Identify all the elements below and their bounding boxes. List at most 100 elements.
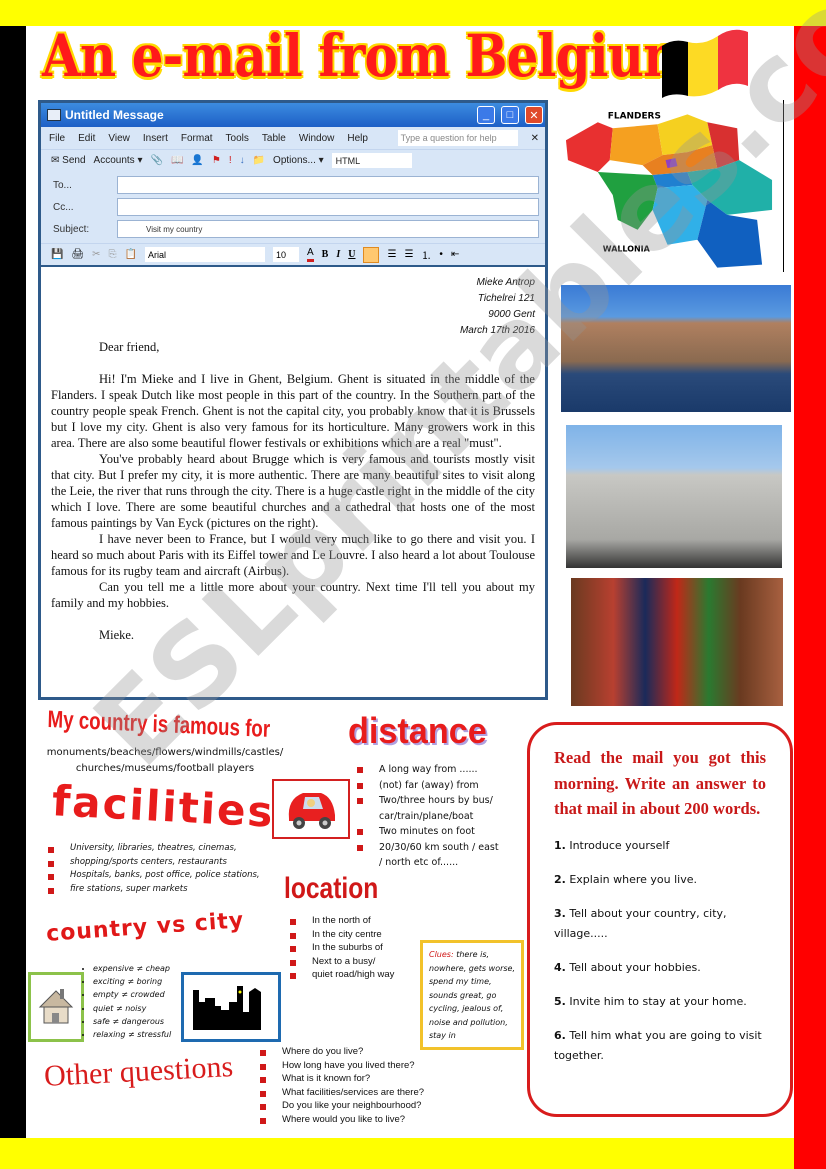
distance-item: Two/three hours by bus/ bbox=[357, 793, 499, 809]
sender-city: 9000 Gent bbox=[488, 309, 535, 320]
font-size-select[interactable]: 10 bbox=[273, 247, 299, 262]
close-button[interactable]: ✕ bbox=[525, 106, 543, 124]
font-select[interactable]: Arial bbox=[145, 247, 265, 262]
send-button[interactable]: ✉ Send bbox=[51, 155, 86, 166]
paragraph-3: I have never been to France, but I would… bbox=[51, 532, 535, 578]
map-label-wallonia: WALLONIA bbox=[603, 245, 651, 254]
check-names-icon[interactable]: 👤 bbox=[191, 155, 203, 166]
question-item: Do you like your neighbourhood? bbox=[260, 1099, 424, 1113]
message-format-select[interactable]: HTML bbox=[331, 153, 412, 168]
distance-item: Two minutes on foot bbox=[357, 824, 499, 840]
importance-low-icon[interactable]: ↓ bbox=[240, 155, 245, 166]
close-document-icon[interactable]: ✕ bbox=[531, 133, 539, 144]
menu-help[interactable]: Help bbox=[347, 133, 368, 144]
bold-button[interactable]: B bbox=[322, 249, 329, 260]
to-button[interactable]: To... bbox=[47, 180, 117, 191]
save-icon[interactable]: 💾 bbox=[51, 249, 63, 260]
task-text: Explain where you live. bbox=[569, 872, 697, 886]
bullet-list-icon[interactable]: • bbox=[439, 249, 443, 260]
to-field[interactable] bbox=[117, 176, 539, 194]
numbered-list-icon[interactable]: ⒈ bbox=[421, 247, 431, 262]
font-color-icon[interactable]: A bbox=[307, 247, 314, 262]
underline-button[interactable]: U bbox=[348, 249, 355, 260]
paragraph-4: Can you tell me a little more about your… bbox=[51, 580, 535, 610]
help-search-input[interactable]: Type a question for help bbox=[397, 130, 518, 146]
accounts-button[interactable]: Accounts ▾ bbox=[94, 155, 143, 166]
photo-ghent-quay bbox=[561, 285, 791, 412]
clues-label: Clues: bbox=[429, 950, 454, 959]
task-number: 4. bbox=[554, 960, 566, 974]
country-vs-city-heading: country vs city bbox=[45, 908, 246, 947]
align-left-icon[interactable] bbox=[363, 246, 380, 263]
location-item: In the suburbs of bbox=[290, 941, 394, 955]
menu-insert[interactable]: Insert bbox=[143, 133, 168, 144]
flag-icon[interactable]: ⚑ bbox=[212, 155, 221, 166]
distance-item: / north etc of...... bbox=[379, 857, 459, 868]
opposite-pair: expensive ≠ cheap bbox=[93, 962, 171, 975]
belgium-map: FLANDERS WALLONIA bbox=[565, 100, 784, 272]
task-text: Tell him what you are going to visit tog… bbox=[554, 1028, 762, 1062]
opposite-pair: exciting ≠ boring bbox=[93, 975, 171, 988]
menu-table[interactable]: Table bbox=[262, 133, 286, 144]
menu-view[interactable]: View bbox=[108, 133, 130, 144]
menu-format[interactable]: Format bbox=[181, 133, 213, 144]
opposite-pair: relaxing ≠ stressful bbox=[93, 1028, 171, 1041]
distance-heading: distance bbox=[348, 710, 487, 751]
subject-field[interactable]: Visit my country bbox=[117, 220, 539, 238]
paste-icon[interactable]: 📋 bbox=[125, 249, 137, 260]
facilities-item: shopping/sports centers, restaurants bbox=[48, 856, 260, 870]
sender-name: Mieke Antrop bbox=[476, 277, 535, 288]
car-icon bbox=[288, 793, 335, 829]
message-body[interactable]: Mieke Antrop Tichelrei 121 9000 Gent Mar… bbox=[41, 267, 545, 643]
copy-icon[interactable]: ⎘ bbox=[109, 249, 117, 260]
accounts-label: Accounts bbox=[93, 155, 135, 166]
cut-icon[interactable]: ✂ bbox=[92, 249, 100, 260]
minimize-button[interactable]: _ bbox=[477, 106, 495, 124]
sender-address: Mieke Antrop Tichelrei 121 9000 Gent Mar… bbox=[51, 275, 535, 339]
align-center-icon[interactable]: ☰ bbox=[387, 249, 396, 260]
standard-toolbar: ✉ Send Accounts ▾ 📎 📖 👤 ⚑ ! ↓ 📁 Options.… bbox=[41, 149, 545, 171]
subject-label: Subject: bbox=[53, 223, 90, 235]
cc-button[interactable]: Cc... bbox=[47, 202, 117, 213]
facilities-item: University, libraries, theatres, cinemas… bbox=[48, 842, 260, 856]
question-item: Where do you live? bbox=[260, 1045, 424, 1059]
address-book-icon[interactable]: 📖 bbox=[171, 155, 183, 166]
italic-button[interactable]: I bbox=[336, 249, 340, 260]
page-title: An e-mail from Belgium bbox=[42, 22, 696, 90]
maximize-button[interactable]: □ bbox=[501, 106, 519, 124]
task-text: Tell about your country, city, village..… bbox=[554, 906, 727, 940]
folder-icon[interactable]: 📁 bbox=[253, 155, 265, 166]
map-west-flanders bbox=[565, 122, 613, 173]
location-heading: location bbox=[284, 872, 379, 905]
city-skyline-icon bbox=[193, 986, 261, 1030]
car-picture-box bbox=[272, 779, 350, 839]
location-item: quiet road/high way bbox=[290, 968, 394, 982]
facilities-item: Hospitals, banks, post office, police st… bbox=[48, 869, 260, 883]
task-list: 1. Introduce yourself 2. Explain where y… bbox=[554, 836, 766, 1066]
attach-icon[interactable]: 📎 bbox=[150, 155, 162, 166]
options-label: Options... bbox=[273, 155, 316, 166]
paragraph-2: You've probably heard about Brugge which… bbox=[51, 452, 535, 530]
options-button[interactable]: Options... ▾ bbox=[273, 155, 324, 166]
location-item: In the city centre bbox=[290, 928, 394, 942]
question-item: What is it known for? bbox=[260, 1072, 424, 1086]
menu-file[interactable]: File bbox=[49, 133, 65, 144]
task-item: 3. Tell about your country, city, villag… bbox=[554, 904, 766, 944]
align-right-icon[interactable]: ☰ bbox=[404, 249, 413, 260]
location-list: In the north of In the city centre In th… bbox=[290, 914, 394, 982]
clues-text: there is, nowhere, gets worse, spend my … bbox=[429, 950, 516, 1040]
task-number: 1. bbox=[554, 838, 566, 852]
print-icon[interactable]: 🖨 bbox=[71, 249, 84, 260]
formatting-toolbar: 💾 🖨 ✂ ⎘ 📋 Arial 10 A B I U ☰ ☰ ⒈ • ⇤ bbox=[41, 243, 545, 267]
house-icon bbox=[38, 989, 74, 1024]
decrease-indent-icon[interactable]: ⇤ bbox=[451, 249, 459, 260]
cc-field[interactable] bbox=[117, 198, 539, 216]
menu-tools[interactable]: Tools bbox=[226, 133, 249, 144]
menu-window[interactable]: Window bbox=[299, 133, 335, 144]
map-hainaut bbox=[597, 172, 658, 230]
task-item: 2. Explain where you live. bbox=[554, 870, 766, 890]
importance-high-icon[interactable]: ! bbox=[229, 155, 232, 166]
facilities-item: fire stations, super markets bbox=[48, 883, 260, 897]
house-picture-box bbox=[28, 972, 84, 1042]
menu-edit[interactable]: Edit bbox=[78, 133, 95, 144]
